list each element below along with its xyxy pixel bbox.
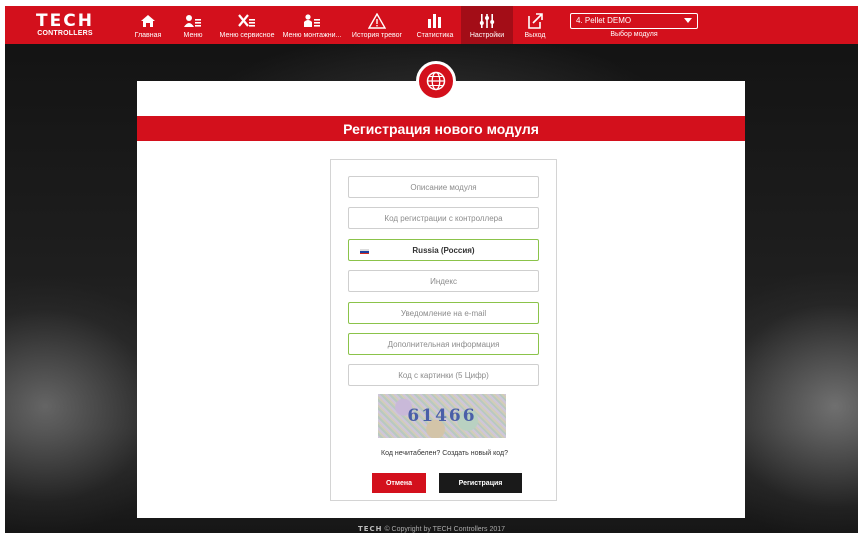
- nav-item-settings[interactable]: Настройки: [461, 6, 513, 44]
- warning-icon: [368, 11, 386, 31]
- nav-item-service-menu[interactable]: Меню сервисное: [215, 6, 279, 44]
- nav-label: Настройки: [469, 32, 505, 39]
- captcha-image: 61466: [378, 394, 506, 438]
- module-select-value: 4. Pellet DEMO: [576, 16, 632, 25]
- chevron-down-icon: [684, 16, 692, 25]
- exit-icon: [527, 11, 543, 31]
- nav-label: Главная: [134, 32, 162, 39]
- register-button[interactable]: Регистрация: [439, 473, 522, 493]
- module-description-input[interactable]: Описание модуля: [348, 176, 539, 198]
- user-menu-icon: [184, 11, 202, 31]
- additional-info-input[interactable]: Дополнительная информация: [348, 333, 539, 355]
- nav-label: Выход: [524, 32, 546, 39]
- postcode-input[interactable]: Индекс: [348, 270, 539, 292]
- country-select[interactable]: Russia (Россия): [348, 239, 539, 261]
- page-title: Регистрация нового модуля: [137, 116, 745, 141]
- captcha-text: 61466: [407, 406, 477, 426]
- module-selector: 4. Pellet DEMO Выбор модуля: [569, 6, 699, 44]
- nav-item-statistics[interactable]: Статистика: [409, 6, 461, 44]
- tools-icon: [238, 11, 256, 31]
- nav-item-installer-menu[interactable]: Меню монтажни...: [279, 6, 345, 44]
- captcha-input[interactable]: Код с картинки (5 Цифр): [348, 364, 539, 386]
- cancel-button[interactable]: Отмена: [372, 473, 426, 493]
- registration-code-input[interactable]: Код регистрации с контроллера: [348, 207, 539, 229]
- installer-icon: [303, 11, 321, 31]
- nav-label: Статистика: [416, 32, 454, 39]
- footer-copyright: © Copyright by TECH Controllers 2017: [384, 526, 506, 533]
- logo-main-text: TECH: [36, 10, 94, 31]
- top-navigation-bar: TECH CONTROLLERS Главная Меню Меню серви…: [5, 6, 858, 44]
- nav-item-alarm-history[interactable]: История тревог: [345, 6, 409, 44]
- email-notification-input[interactable]: Уведомление на e-mail: [348, 302, 539, 324]
- registration-form: Описание модуля Код регистрации с контро…: [330, 159, 557, 501]
- nav-label: Меню сервисное: [219, 32, 275, 39]
- nav-label: История тревог: [351, 32, 403, 39]
- registration-card: Регистрация нового модуля Описание модул…: [137, 81, 745, 518]
- country-select-value: Russia (Россия): [412, 245, 475, 255]
- tech-logo[interactable]: TECH CONTROLLERS: [5, 6, 125, 44]
- nav-label: Меню монтажни...: [282, 32, 342, 39]
- globe-icon: [416, 61, 456, 101]
- home-icon: [140, 11, 156, 31]
- russia-flag-icon: [360, 249, 369, 255]
- nav-item-home[interactable]: Главная: [125, 6, 171, 44]
- module-select-caption: Выбор модуля: [610, 30, 658, 38]
- nav-label: Меню: [183, 32, 203, 39]
- nav-item-menu[interactable]: Меню: [171, 6, 215, 44]
- new-code-link[interactable]: Код нечитабелен? Создать новый код?: [331, 450, 558, 457]
- footer-logo: TECH: [357, 525, 383, 533]
- sliders-icon: [479, 11, 495, 31]
- nav-item-exit[interactable]: Выход: [513, 6, 557, 44]
- footer: TECH © Copyright by TECH Controllers 201…: [5, 525, 858, 533]
- module-select-dropdown[interactable]: 4. Pellet DEMO: [570, 12, 698, 29]
- statistics-icon: [427, 11, 443, 31]
- logo-sub-text: CONTROLLERS: [37, 29, 93, 37]
- app-frame: TECH CONTROLLERS Главная Меню Меню серви…: [5, 6, 858, 533]
